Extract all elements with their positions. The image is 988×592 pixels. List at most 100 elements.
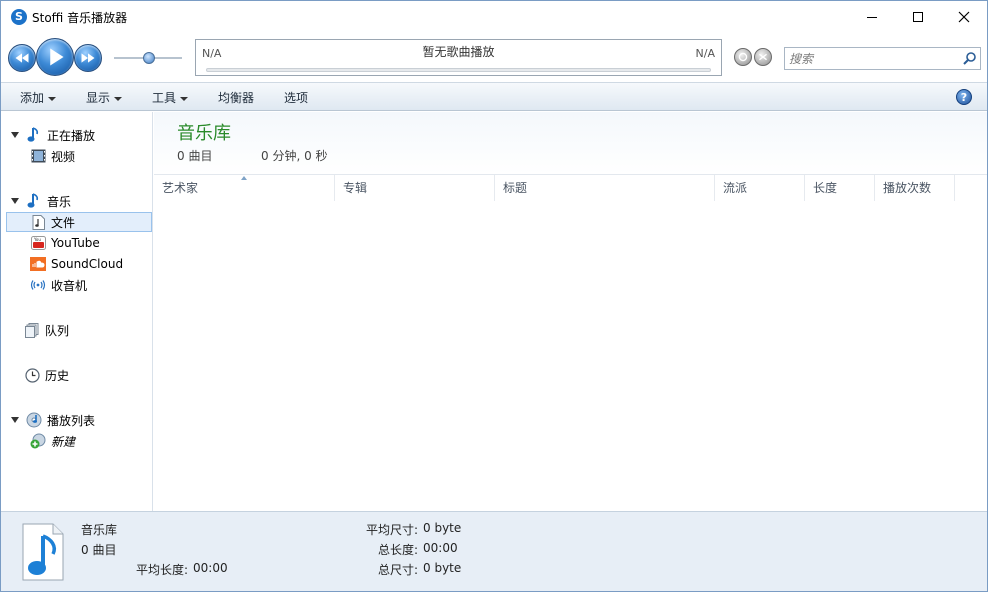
soundcloud-icon xyxy=(30,256,46,272)
queue-icon xyxy=(24,322,40,338)
avg-size-label: 平均尺寸: xyxy=(366,523,419,537)
expand-arrow-icon[interactable] xyxy=(11,198,19,204)
shuffle-icon xyxy=(759,53,767,61)
chevron-down-icon xyxy=(114,96,123,101)
seek-bar[interactable] xyxy=(206,68,711,72)
chevron-down-icon xyxy=(180,96,189,101)
sidebar-item-now-playing[interactable]: 正在播放 xyxy=(11,125,95,145)
search-icon[interactable] xyxy=(962,51,977,66)
expand-arrow-icon[interactable] xyxy=(11,417,19,423)
sidebar-label-video: 视频 xyxy=(51,149,76,164)
column-title-label: 标题 xyxy=(503,181,528,195)
track-list-header: 艺术家 专辑 标题 流派 长度 播放次数 xyxy=(154,174,987,201)
avg-length-value: 00:00 xyxy=(193,561,228,575)
close-button[interactable] xyxy=(941,1,987,33)
svg-text:You: You xyxy=(33,237,41,242)
menu-add[interactable]: 添加 xyxy=(20,89,57,106)
avg-length-label: 平均长度: xyxy=(136,563,189,577)
total-size-value: 0 byte xyxy=(423,561,462,575)
sidebar-item-music[interactable]: 音乐 xyxy=(11,191,71,211)
avg-size-value: 0 byte xyxy=(423,521,462,535)
repeat-button[interactable] xyxy=(734,48,752,66)
music-file-icon xyxy=(22,523,64,581)
sidebar-label-new-playlist: 新建 xyxy=(51,434,76,449)
youtube-icon: You xyxy=(30,235,46,251)
column-artist-label: 艺术家 xyxy=(162,181,199,195)
sidebar-label-youtube: YouTube xyxy=(51,236,100,250)
previous-button[interactable] xyxy=(8,44,36,72)
column-artist[interactable]: 艺术家 xyxy=(154,175,335,201)
sort-ascending-icon xyxy=(241,176,247,180)
playlist-disc-icon xyxy=(26,412,42,428)
column-album[interactable]: 专辑 xyxy=(335,175,495,201)
total-size-label: 总尺寸: xyxy=(378,563,419,577)
music-file-icon xyxy=(30,214,46,230)
menu-view-label: 显示 xyxy=(86,91,111,105)
track-count: 0 曲目 xyxy=(177,149,213,163)
chevron-down-icon xyxy=(48,96,57,101)
sidebar-item-youtube[interactable]: You YouTube xyxy=(30,233,100,253)
app-window: S Stoffi 音乐播放器 N/A 暂无歌曲播放 N/A 搜索 添加 显示 工… xyxy=(0,0,988,592)
play-button[interactable] xyxy=(36,38,74,76)
menu-equalizer-label: 均衡器 xyxy=(218,91,255,105)
sidebar-label-history: 历史 xyxy=(45,368,70,383)
sidebar-item-playlists[interactable]: 播放列表 xyxy=(11,410,95,430)
help-icon[interactable]: ? xyxy=(956,89,972,105)
repeat-icon xyxy=(738,52,748,62)
sidebar-item-video[interactable]: 视频 xyxy=(30,146,75,166)
details-title: 音乐库 xyxy=(81,523,118,537)
menu-add-label: 添加 xyxy=(20,91,45,105)
column-album-label: 专辑 xyxy=(343,181,368,195)
remaining-time: N/A xyxy=(695,47,715,60)
column-length-label: 长度 xyxy=(813,181,838,195)
expand-arrow-icon[interactable] xyxy=(11,132,19,138)
sidebar-item-queue[interactable]: 队列 xyxy=(24,320,69,340)
next-button[interactable] xyxy=(74,44,102,72)
search-input[interactable] xyxy=(789,50,954,67)
sidebar-label-queue: 队列 xyxy=(45,323,70,338)
sidebar-label-files: 文件 xyxy=(51,215,76,230)
sidebar-item-history[interactable]: 历史 xyxy=(24,365,69,385)
column-play-count[interactable]: 播放次数 xyxy=(875,175,955,201)
sidebar-label-now-playing: 正在播放 xyxy=(47,128,96,143)
sidebar-item-files[interactable]: 文件 xyxy=(6,212,152,232)
column-genre[interactable]: 流派 xyxy=(715,175,805,201)
maximize-button[interactable] xyxy=(895,1,941,33)
sidebar-item-new-playlist[interactable]: 新建 xyxy=(30,431,75,451)
menu-options-label: 选项 xyxy=(284,91,309,105)
radio-wave-icon xyxy=(30,277,46,293)
shuffle-button[interactable] xyxy=(754,48,772,66)
music-note-icon xyxy=(26,127,42,143)
play-icon xyxy=(50,48,64,66)
details-pane: 音乐库 0 曲目 平均长度: 00:00 平均尺寸: 0 byte 总长度: 0… xyxy=(1,511,987,591)
window-title: Stoffi 音乐播放器 xyxy=(32,11,128,25)
column-length[interactable]: 长度 xyxy=(805,175,875,201)
volume-slider-handle[interactable] xyxy=(143,52,155,64)
sidebar: 正在播放 视频 音乐 文件 You YouTube SoundCloud 收音机… xyxy=(1,112,153,511)
rewind-icon xyxy=(15,53,29,63)
menu-equalizer[interactable]: 均衡器 xyxy=(218,89,254,106)
menu-options[interactable]: 选项 xyxy=(284,89,308,106)
details-track-count: 0 曲目 xyxy=(81,543,117,557)
minimize-button[interactable] xyxy=(849,1,895,33)
total-length-label: 总长度: xyxy=(378,543,419,557)
sidebar-item-soundcloud[interactable]: SoundCloud xyxy=(30,254,123,274)
total-duration: 0 分钟, 0 秒 xyxy=(261,149,328,163)
search-box[interactable] xyxy=(784,47,981,70)
column-play-count-label: 播放次数 xyxy=(883,181,932,195)
now-playing-title: 暂无歌曲播放 xyxy=(422,45,495,59)
menu-tools[interactable]: 工具 xyxy=(152,89,189,106)
menu-view[interactable]: 显示 xyxy=(86,89,123,106)
column-title[interactable]: 标题 xyxy=(495,175,715,201)
sidebar-item-radio[interactable]: 收音机 xyxy=(30,275,87,295)
film-icon xyxy=(30,148,46,164)
library-panel: 音乐库 0 曲目 0 分钟, 0 秒 艺术家 专辑 标题 流派 长度 播放次数 xyxy=(154,112,987,511)
minimize-icon xyxy=(867,16,877,18)
fast-forward-icon xyxy=(81,53,95,63)
sidebar-label-music: 音乐 xyxy=(47,194,72,209)
total-length-value: 00:00 xyxy=(423,541,458,555)
close-icon xyxy=(958,11,970,23)
sidebar-label-playlists: 播放列表 xyxy=(47,413,96,428)
maximize-icon xyxy=(913,12,923,22)
transport-bar: N/A 暂无歌曲播放 N/A xyxy=(1,33,987,82)
